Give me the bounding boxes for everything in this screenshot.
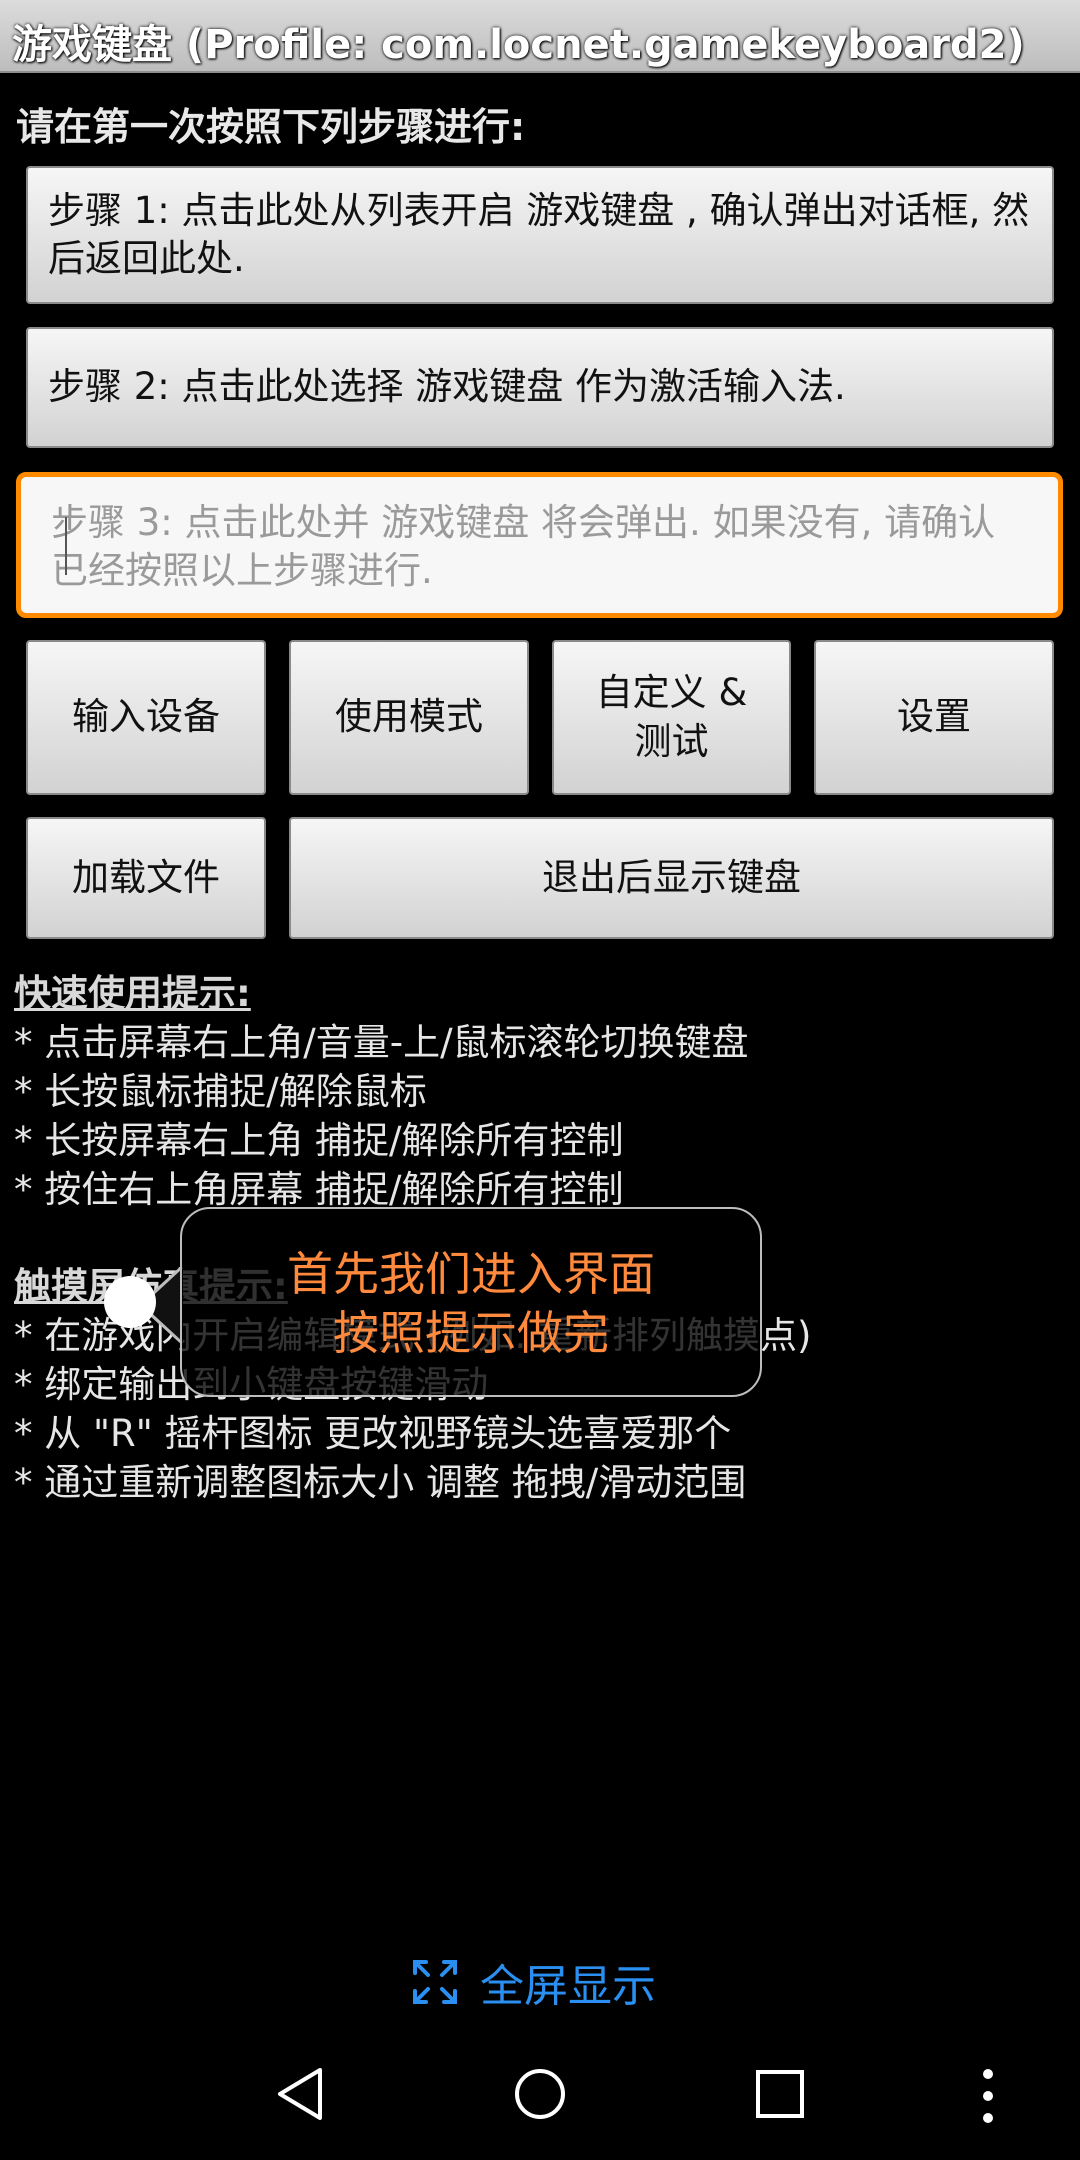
step1-label: 步骤 1: 点击此处从列表开启 游戏键盘 , 确认弹出对话框, 然后返回此处. [48, 188, 1030, 280]
settings-button[interactable]: 设置 [814, 640, 1054, 795]
back-icon[interactable] [272, 2064, 328, 2124]
quick-tip-item: * 长按屏幕右上角 捕捉/解除所有控制 [14, 1119, 624, 1162]
step1-button[interactable]: 步骤 1: 点击此处从列表开启 游戏键盘 , 确认弹出对话框, 然后返回此处. [26, 166, 1054, 304]
usage-mode-label: 使用模式 [335, 695, 483, 739]
quick-tips-heading: 快速使用提示: [14, 972, 251, 1015]
step3-input[interactable]: 步骤 3: 点击此处并 游戏键盘 将会弹出. 如果没有, 请确认已经按照以上步骤… [16, 472, 1063, 618]
step2-button[interactable]: 步骤 2: 点击此处选择 游戏键盘 作为激活输入法. [26, 327, 1054, 448]
title-bar: 游戏键盘 (Profile: com.locnet.gamekeyboard2) [0, 0, 1080, 73]
load-file-label: 加载文件 [72, 855, 220, 899]
expand-icon [413, 1960, 457, 2004]
fullscreen-button[interactable]: 全屏显示 [412, 1952, 656, 2012]
settings-label: 设置 [897, 695, 971, 739]
touch-tip-item: * 从 "R" 摇杆图标 更改视野镜头选喜爱那个 [14, 1412, 732, 1455]
home-icon[interactable] [510, 2064, 570, 2124]
quick-tip-item: * 点击屏幕右上角/音量-上/鼠标滚轮切换键盘 [14, 1021, 749, 1064]
customize-test-button[interactable]: 自定义 & 测试 [552, 640, 791, 795]
customize-label-line1: 自定义 & [595, 671, 748, 715]
navigation-bar [0, 2040, 1080, 2160]
guide-tooltip: 首先我们进入界面 按照提示做完 [180, 1207, 762, 1397]
show-keyboard-on-exit-button[interactable]: 退出后显示键盘 [289, 817, 1054, 939]
quick-tips-section: 快速使用提示: * 点击屏幕右上角/音量-上/鼠标滚轮切换键盘 * 长按鼠标捕捉… [14, 963, 749, 1211]
app-title: 游戏键盘 (Profile: com.locnet.gamekeyboard2) [12, 22, 1025, 68]
text-cursor [65, 517, 67, 575]
recents-icon[interactable] [754, 2064, 806, 2124]
step3-placeholder: 步骤 3: 点击此处并 游戏键盘 将会弹出. 如果没有, 请确认已经按照以上步骤… [51, 501, 996, 593]
input-device-button[interactable]: 输入设备 [26, 640, 266, 795]
instructions-heading: 请在第一次按照下列步骤进行: [16, 105, 526, 149]
tooltip-line2: 按照提示做完 [333, 1306, 609, 1360]
touch-tip-item: * 通过重新调整图标大小 调整 拖拽/滑动范围 [14, 1461, 747, 1504]
touch-indicator-dot [104, 1276, 156, 1328]
quick-tip-item: * 按住右上角屏幕 捕捉/解除所有控制 [14, 1168, 624, 1211]
tooltip-line1: 首先我们进入界面 [287, 1247, 655, 1301]
quick-tip-item: * 长按鼠标捕捉/解除鼠标 [14, 1070, 427, 1113]
load-file-button[interactable]: 加载文件 [26, 817, 266, 939]
usage-mode-button[interactable]: 使用模式 [289, 640, 529, 795]
step2-label: 步骤 2: 点击此处选择 游戏键盘 作为激活输入法. [48, 365, 846, 409]
more-icon[interactable] [976, 2064, 1000, 2128]
show-keyboard-on-exit-label: 退出后显示键盘 [542, 855, 801, 899]
customize-label-line2: 测试 [634, 719, 709, 763]
fullscreen-label: 全屏显示 [480, 1961, 656, 2012]
input-device-label: 输入设备 [72, 695, 220, 739]
